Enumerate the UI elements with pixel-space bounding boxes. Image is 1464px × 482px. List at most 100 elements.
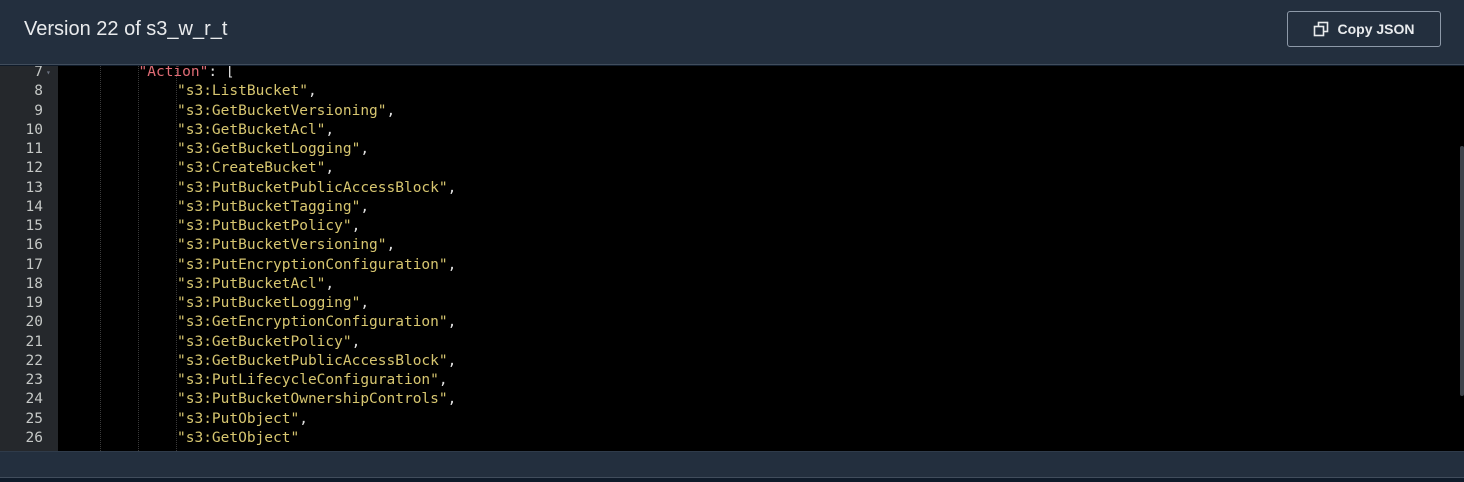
line-number: 19 <box>25 295 43 311</box>
json-punctuation: , <box>447 179 457 196</box>
line-number: 26 <box>25 429 43 446</box>
json-string: "s3:PutBucketOwnershipControls" <box>177 391 448 408</box>
json-string: "s3:PutBucketPolicy" <box>177 218 352 234</box>
code-text: "s3:CreateBucket", <box>177 159 334 178</box>
line-number: 23 <box>25 372 43 388</box>
code-text: "s3:PutBucketOwnershipControls", <box>177 390 456 409</box>
code-line: 15 "s3:PutBucketPolicy", <box>0 217 1464 236</box>
code-text: "s3:GetBucketVersioning", <box>177 102 395 121</box>
json-string: "s3:PutEncryptionConfiguration" <box>177 256 448 273</box>
json-punctuation: , <box>360 295 370 311</box>
line-number: 14 <box>25 198 43 215</box>
code-text: "s3:PutObject", <box>177 410 308 429</box>
line-number: 24 <box>25 391 43 408</box>
code-text: "s3:GetEncryptionConfiguration", <box>177 313 456 332</box>
json-string: "s3:GetBucketPublicAccessBlock" <box>177 352 448 369</box>
json-string: "s3:GetEncryptionConfiguration" <box>177 314 448 331</box>
vertical-scrollbar[interactable] <box>1460 146 1464 396</box>
json-punctuation: , <box>447 314 457 331</box>
code-lines: 7 ▾ "Action": [8 "s3:ListBucket", 9 "s3:GetBu… <box>0 66 1464 448</box>
code-line: 12 "s3:CreateBucket", <box>0 159 1464 178</box>
json-string: "s3:GetBucketAcl" <box>177 121 326 138</box>
code-text: "s3:PutBucketPolicy", <box>177 217 360 236</box>
json-string: "s3:PutBucketVersioning" <box>177 237 387 254</box>
code-text: "s3:GetBucketPublicAccessBlock", <box>177 352 456 371</box>
json-punctuation: , <box>351 218 361 234</box>
json-string: "s3:PutObject" <box>177 410 300 427</box>
code-text: "s3:GetBucketAcl", <box>177 121 334 140</box>
code-line: 20 "s3:GetEncryptionConfiguration", <box>0 313 1464 332</box>
code-line: 25 "s3:PutObject", <box>0 410 1464 429</box>
json-string: "s3:PutBucketAcl" <box>177 275 326 292</box>
code-text: "s3:ListBucket", <box>177 82 317 101</box>
code-line: 21 "s3:GetBucketPolicy", <box>0 333 1464 352</box>
code-text: "s3:PutBucketAcl", <box>177 275 334 294</box>
code-line: 10 "s3:GetBucketAcl", <box>0 121 1464 140</box>
line-number: 16 <box>25 237 43 254</box>
json-punctuation: , <box>299 410 308 427</box>
json-string: "s3:GetObject" <box>177 429 300 446</box>
code-text: "s3:PutBucketVersioning", <box>177 236 395 255</box>
code-line: 11 "s3:GetBucketLogging", <box>0 140 1464 159</box>
code-text: "s3:GetBucketPolicy", <box>177 333 360 352</box>
json-string: "s3:GetBucketVersioning" <box>177 102 387 119</box>
line-number: 8 <box>34 83 43 100</box>
code-line: 26 "s3:GetObject" <box>0 429 1464 448</box>
code-line: 24 "s3:PutBucketOwnershipControls", <box>0 390 1464 409</box>
line-number: 17 <box>25 256 43 273</box>
copy-json-label: Copy JSON <box>1337 21 1415 37</box>
code-line: 17 "s3:PutEncryptionConfiguration", <box>0 256 1464 275</box>
json-punctuation: , <box>360 141 370 157</box>
divider <box>0 477 1464 482</box>
json-punctuation: , <box>438 372 448 388</box>
json-punctuation: , <box>351 333 361 350</box>
json-code-editor[interactable]: 7 ▾ "Action": [8 "s3:ListBucket", 9 "s3:GetBu… <box>0 66 1464 451</box>
code-text: "s3:PutEncryptionConfiguration", <box>177 256 456 275</box>
code-text: "s3:PutBucketLogging", <box>177 294 369 313</box>
line-number: 25 <box>25 410 43 427</box>
line-number: 11 <box>25 141 43 157</box>
json-punctuation: : [ <box>208 66 235 80</box>
code-line: 7 ▾ "Action": [ <box>0 66 1464 82</box>
json-punctuation: , <box>386 237 396 254</box>
copy-icon <box>1313 21 1329 37</box>
json-punctuation: , <box>447 352 457 369</box>
line-number: 18 <box>25 275 43 292</box>
copy-json-button[interactable]: Copy JSON <box>1287 11 1441 47</box>
code-line: 22 "s3:GetBucketPublicAccessBlock", <box>0 352 1464 371</box>
line-number: 12 <box>25 160 43 177</box>
json-key: "Action" <box>138 66 209 80</box>
line-number: 20 <box>25 314 43 331</box>
json-punctuation: , <box>325 121 335 138</box>
code-line: 9 "s3:GetBucketVersioning", <box>0 102 1464 121</box>
line-number: 10 <box>25 121 43 138</box>
code-line: 13 "s3:PutBucketPublicAccessBlock", <box>0 179 1464 198</box>
json-punctuation: , <box>325 160 335 177</box>
json-punctuation: , <box>360 198 370 215</box>
code-text: "Action": [ <box>139 66 235 82</box>
editor-status-bar <box>0 451 1464 477</box>
line-number: 9 <box>34 102 43 119</box>
json-string: "s3:PutLifecycleConfiguration" <box>177 372 439 388</box>
json-string: "s3:PutBucketTagging" <box>177 198 361 215</box>
code-text: "s3:PutBucketTagging", <box>177 198 369 217</box>
fold-toggle-icon[interactable]: ▾ <box>46 66 51 82</box>
json-string: "s3:CreateBucket" <box>177 160 326 177</box>
code-text: "s3:GetBucketLogging", <box>177 140 369 159</box>
page-title: Version 22 of s3_w_r_t <box>24 18 228 40</box>
json-punctuation: , <box>447 391 457 408</box>
code-line: 8 "s3:ListBucket", <box>0 82 1464 101</box>
code-line: 19 "s3:PutBucketLogging", <box>0 294 1464 313</box>
line-number: 13 <box>25 179 43 196</box>
code-line: 23 "s3:PutLifecycleConfiguration", <box>0 371 1464 390</box>
json-punctuation: , <box>307 83 317 100</box>
line-number: 21 <box>25 333 43 350</box>
json-punctuation: , <box>325 275 335 292</box>
json-string: "s3:ListBucket" <box>177 83 308 100</box>
json-string: "s3:GetBucketPolicy" <box>177 333 352 350</box>
json-punctuation: , <box>386 102 396 119</box>
code-text: "s3:GetObject" <box>177 429 299 448</box>
json-punctuation: , <box>447 256 457 273</box>
json-string: "s3:PutBucketLogging" <box>177 295 361 311</box>
code-line: 16 "s3:PutBucketVersioning", <box>0 236 1464 255</box>
